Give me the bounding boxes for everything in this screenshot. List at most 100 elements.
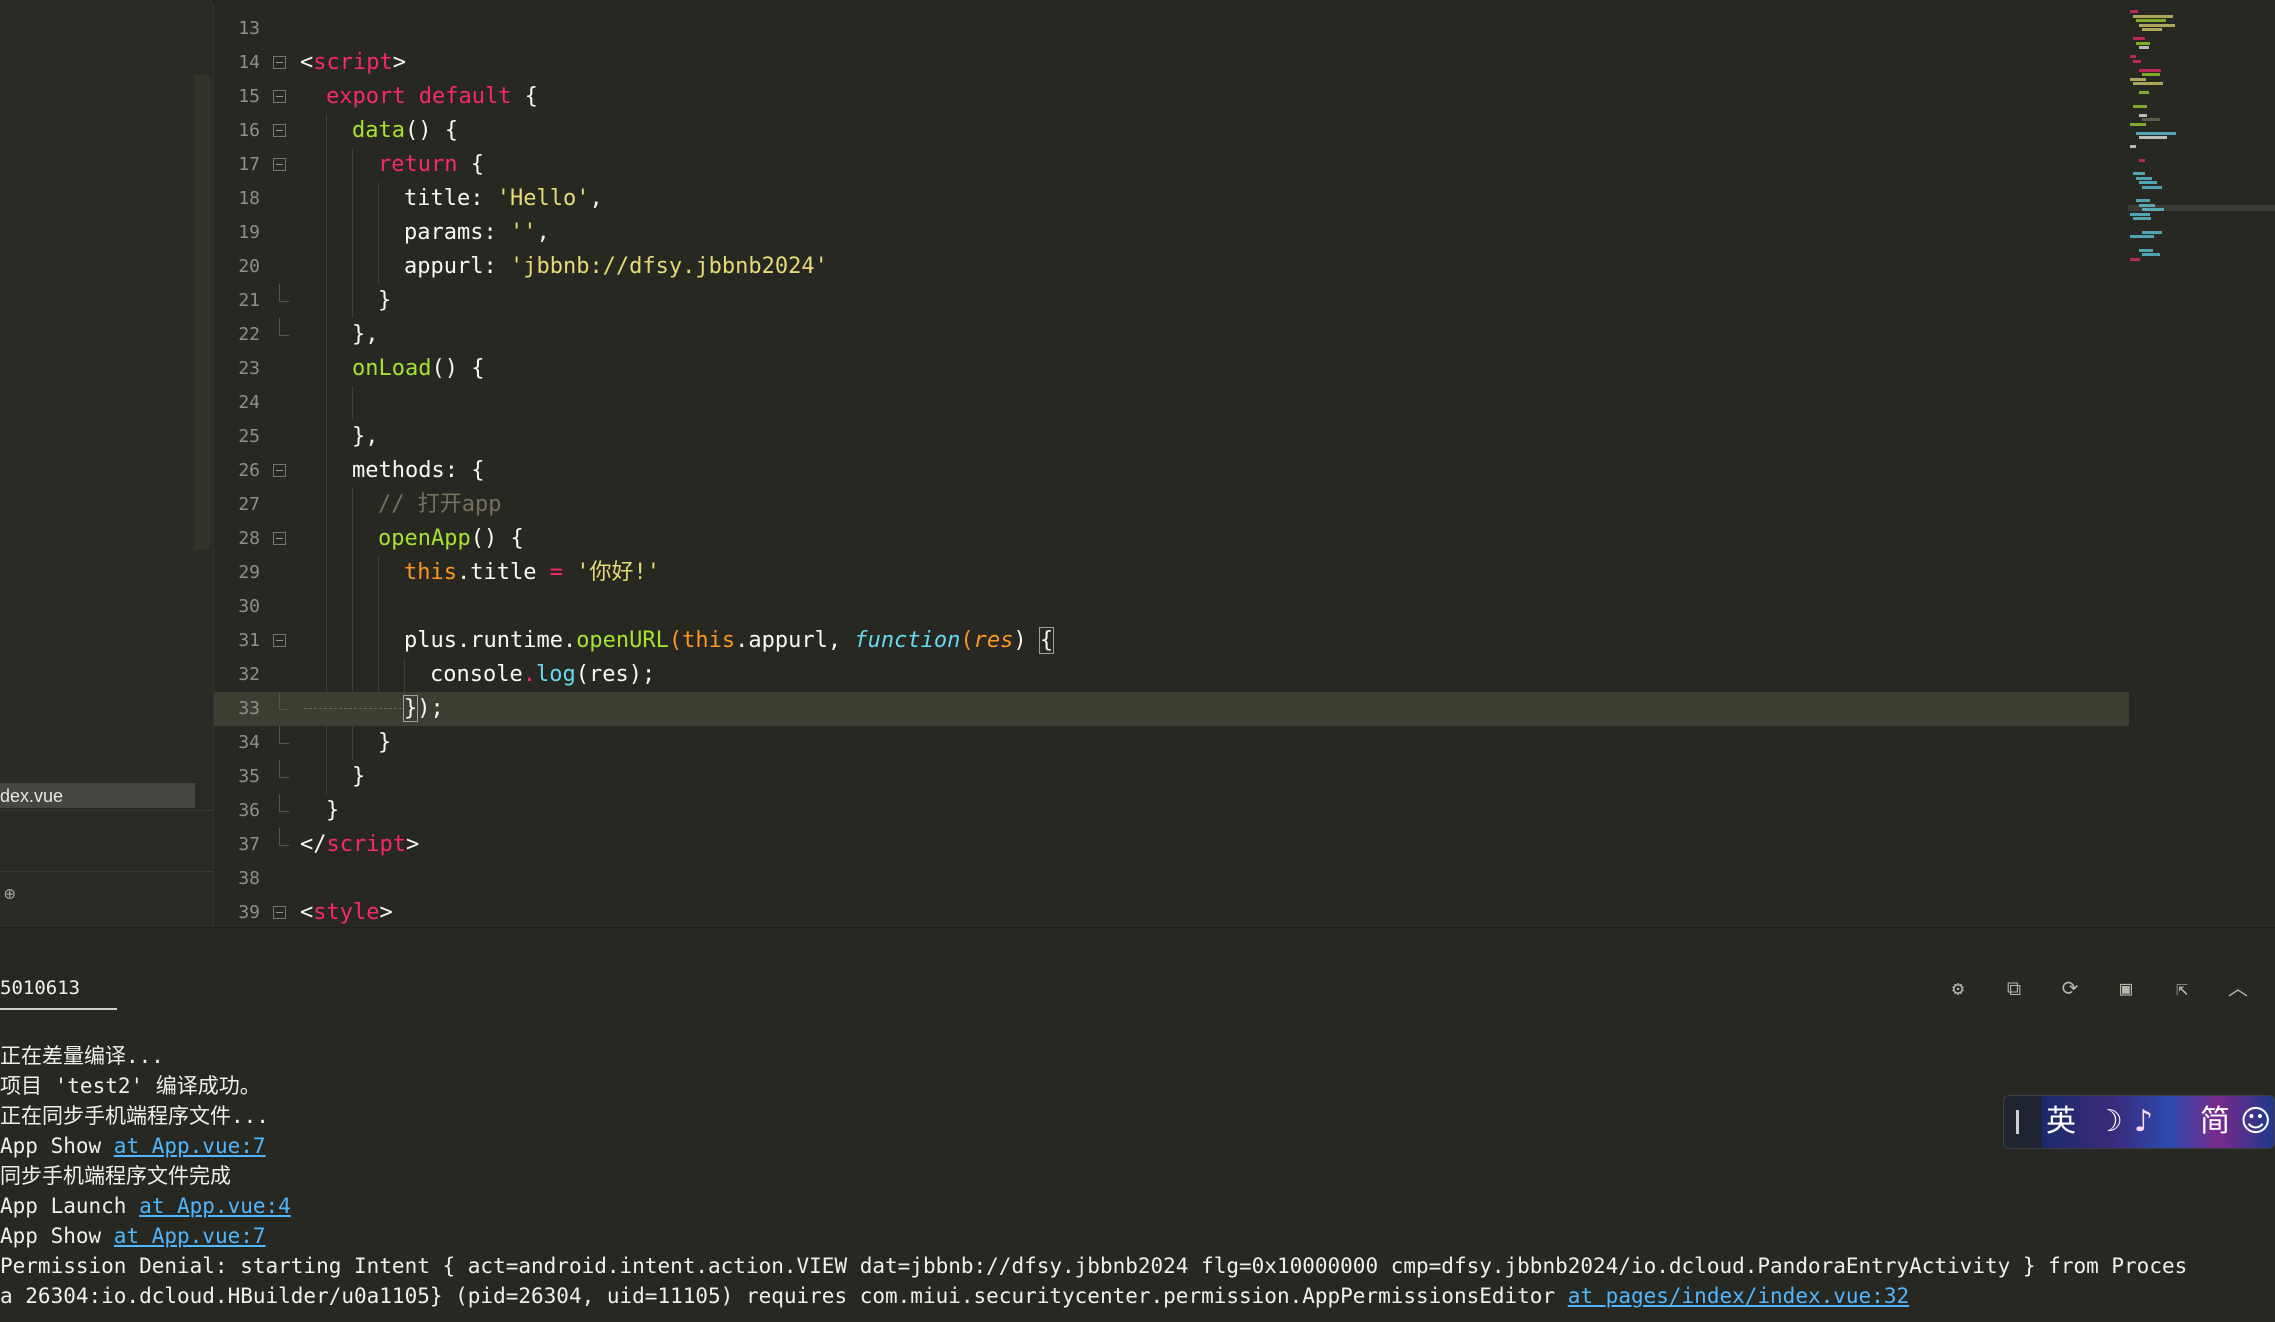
code-line: 32 console.log(res);: [214, 658, 2129, 692]
ime-simplified-toggle[interactable]: 简: [2200, 1104, 2230, 1140]
code-line: 28 openApp() {: [214, 522, 2129, 556]
minimap-line: [2136, 176, 2152, 180]
code-line: 14 <script>: [214, 46, 2129, 80]
fold-toggle-icon[interactable]: [273, 90, 286, 103]
stop-icon[interactable]: ▣: [2111, 973, 2141, 1003]
minimap-line: [2130, 77, 2146, 81]
code-line: 27 // 打开app: [214, 488, 2129, 522]
bug-icon[interactable]: ⚙: [1943, 973, 1973, 1003]
console-source-link[interactable]: at App.vue:7: [114, 1224, 266, 1248]
minimap-line: [2139, 248, 2153, 252]
code-line: 24: [214, 386, 2129, 420]
code-line: 29 this.title = '你好!': [214, 556, 2129, 590]
code-line: 26 methods: {: [214, 454, 2129, 488]
minimap-line: [2139, 203, 2155, 207]
minimap-line: [2133, 104, 2147, 108]
ime-drag-handle[interactable]: [2016, 1110, 2019, 1134]
code-line: 31 plus.runtime.openURL(this.appurl, fun…: [214, 624, 2129, 658]
line-number: 24: [238, 392, 260, 413]
minimap-line: [2139, 158, 2145, 162]
minimap-line: [2142, 185, 2162, 189]
line-number: 15: [238, 86, 260, 107]
minimap-line: [2139, 46, 2149, 49]
line-number: 37: [238, 834, 260, 855]
minimap-line: [2133, 82, 2163, 85]
restart-icon[interactable]: ⟳: [2055, 973, 2085, 1003]
minimap-line: [2142, 208, 2164, 211]
line-number: 18: [238, 188, 260, 209]
code-line: 30: [214, 590, 2129, 624]
console-toolbar: ⚙ ⧉ ⟳ ▣ ⇱ ︿: [1943, 973, 2253, 1005]
line-number: 14: [238, 52, 260, 73]
line-number: 17: [238, 154, 260, 175]
code-line: 38: [214, 862, 2129, 896]
fold-toggle-icon[interactable]: [273, 158, 286, 171]
code-line: 34 }: [214, 726, 2129, 760]
code-line: 25 },: [214, 420, 2129, 454]
minimap-line: [2136, 131, 2176, 135]
minimap-line: [2139, 68, 2161, 72]
line-number: 31: [238, 630, 260, 651]
line-number: 35: [238, 766, 260, 787]
code-line-current: 33 });: [214, 692, 2129, 726]
minimap-line: [2133, 172, 2145, 175]
globe-icon[interactable]: ⊕: [4, 883, 26, 905]
minimap-line: [2130, 55, 2136, 58]
music-note-icon: ♪: [2134, 1104, 2154, 1139]
minimap-line: [2133, 217, 2151, 220]
code-line: 16 data() {: [214, 114, 2129, 148]
console-tab[interactable]: 5010613: [0, 975, 118, 1011]
minimap-line: [2130, 235, 2154, 238]
minimap-line: [2142, 253, 2160, 256]
console-output: 正在差量编译... 项目 'test2' 编译成功。 正在同步手机端程序文件... A…: [0, 1044, 2188, 1308]
device-sync-icon[interactable]: ⧉: [1999, 973, 2029, 1003]
line-number: 28: [238, 528, 260, 549]
minimap[interactable]: [2130, 10, 2275, 410]
sidebar-scrollbar[interactable]: [194, 75, 210, 550]
console-source-link[interactable]: at App.vue:7: [114, 1134, 266, 1158]
code-line: 13: [214, 12, 2129, 46]
fold-toggle-icon[interactable]: [273, 634, 286, 647]
minimap-line: [2142, 28, 2162, 31]
code-line: 22 },: [214, 318, 2129, 352]
code-line: 39 <style>: [214, 896, 2129, 930]
fold-toggle-icon[interactable]: [273, 124, 286, 137]
ime-toolbar[interactable]: 英 ☽ ♪ 简 ☺: [2003, 1095, 2275, 1149]
fold-toggle-icon[interactable]: [273, 532, 286, 545]
code-line: 35 }: [214, 760, 2129, 794]
file-tree-item-index-vue[interactable]: dex.vue: [0, 783, 195, 808]
line-number: 27: [238, 494, 260, 515]
minimap-line: [2136, 199, 2150, 202]
line-number: 39: [238, 902, 260, 923]
minimap-line: [2130, 10, 2138, 13]
collapse-up-icon[interactable]: ︿: [2223, 973, 2253, 1003]
fold-toggle-icon[interactable]: [273, 56, 286, 69]
minimap-line: [2142, 230, 2162, 234]
moon-icon[interactable]: ☽: [2096, 1104, 2123, 1140]
code-line: 37 </script>: [214, 828, 2129, 862]
line-number: 23: [238, 358, 260, 379]
code-line: 20 appurl: 'jbbnb://dfsy.jbbnb2024': [214, 250, 2129, 284]
console-source-link[interactable]: at App.vue:4: [139, 1194, 291, 1218]
fold-toggle-icon[interactable]: [273, 906, 286, 919]
minimap-line: [2136, 41, 2150, 45]
minimap-line: [2142, 73, 2160, 76]
line-number: 19: [238, 222, 260, 243]
line-number: 22: [238, 324, 260, 345]
code-editor[interactable]: 13 14 <script> 15 export default { 16 da…: [214, 0, 2275, 927]
minimap-line: [2130, 257, 2140, 261]
code-line: 15 export default {: [214, 80, 2129, 114]
line-number: 21: [238, 290, 260, 311]
line-number: 29: [238, 562, 260, 583]
active-tab-underline: [0, 1008, 117, 1010]
line-number: 38: [238, 868, 260, 889]
minimap-line: [2133, 37, 2145, 40]
emoji-icon[interactable]: ☺: [2240, 1104, 2271, 1140]
ime-language-toggle[interactable]: 英: [2046, 1104, 2076, 1140]
minimap-line: [2133, 59, 2141, 63]
minimap-line: [2139, 23, 2175, 27]
fold-toggle-icon[interactable]: [273, 464, 286, 477]
export-icon[interactable]: ⇱: [2167, 973, 2197, 1003]
console-source-link[interactable]: at pages/index/index.vue:32: [1568, 1284, 1909, 1308]
line-number: 25: [238, 426, 260, 447]
